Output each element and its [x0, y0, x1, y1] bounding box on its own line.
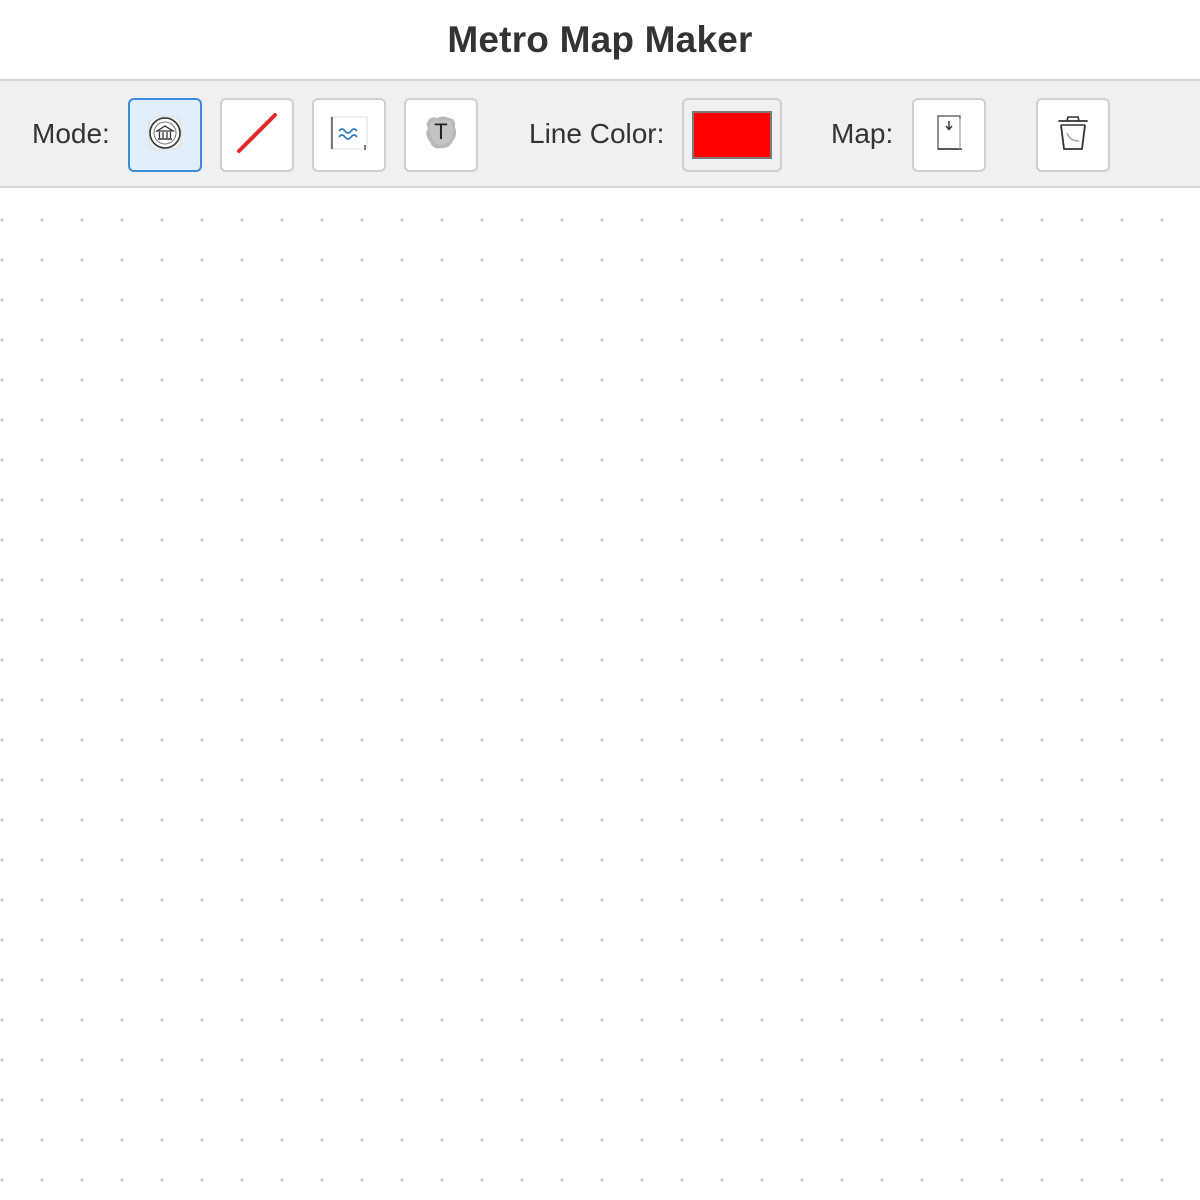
map-canvas[interactable] — [0, 190, 1200, 1200]
mode-label: Mode: — [32, 117, 110, 149]
title-bar: Metro Map Maker — [0, 0, 1200, 79]
line-mode-button[interactable] — [220, 98, 294, 172]
text-mode-button[interactable]: T — [404, 98, 478, 172]
station-icon — [145, 113, 185, 158]
page-title: Metro Map Maker — [447, 18, 753, 60]
trash-icon — [1051, 111, 1095, 160]
water-icon — [327, 111, 371, 160]
line-color-label: Line Color: — [529, 117, 665, 149]
line-color-picker[interactable] — [682, 98, 782, 172]
water-mode-button[interactable] — [312, 98, 386, 172]
download-map-button[interactable] — [912, 98, 986, 172]
line-color-swatch — [692, 111, 772, 159]
line-draw-icon — [234, 110, 280, 161]
clear-map-button[interactable] — [1036, 98, 1110, 172]
map-label: Map: — [831, 117, 894, 149]
download-icon — [929, 111, 969, 160]
text-tool-icon: T — [419, 111, 463, 160]
metro-map-maker-app: Metro Map Maker Mode: T Line Color: Map: — [0, 0, 1200, 1200]
station-mode-button[interactable] — [128, 98, 202, 172]
svg-text:T: T — [434, 119, 447, 144]
toolbar: Mode: T Line Color: Map: — [0, 79, 1200, 188]
